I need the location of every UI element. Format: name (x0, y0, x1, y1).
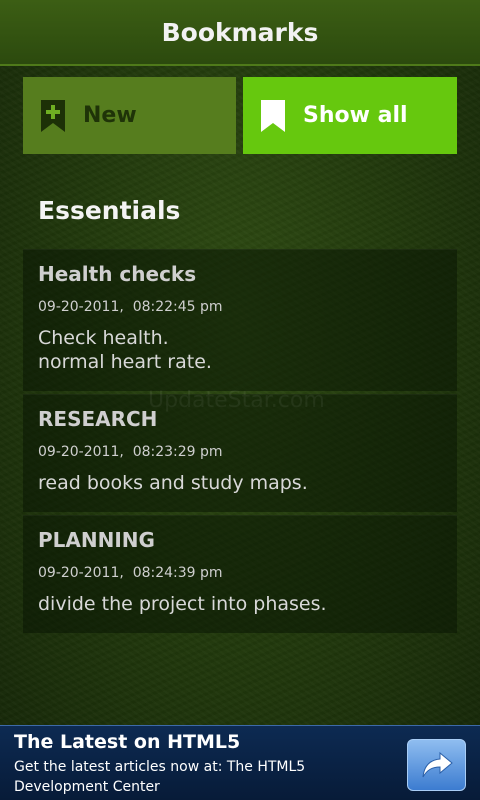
bookmark-date: 09-20-2011, 08:23:29 pm (38, 444, 223, 460)
show-all-button[interactable]: Show all (243, 77, 457, 154)
bookmark-date: 09-20-2011, 08:24:39 pm (38, 565, 223, 581)
ad-title: The Latest on HTML5 (14, 731, 241, 753)
share-arrow-icon (422, 751, 453, 778)
bookmark-date: 09-20-2011, 08:22:45 pm (38, 299, 223, 315)
page-title: Bookmarks (161, 17, 319, 47)
ad-action-button[interactable] (407, 739, 466, 791)
ad-body: Get the latest articles now at: The HTML… (14, 759, 306, 795)
bookmark-item[interactable]: PLANNING 09-20-2011, 08:24:39 pm divide … (23, 515, 457, 633)
new-bookmark-button[interactable]: New (23, 77, 236, 154)
bookmark-body: divide the project into phases. (38, 593, 327, 615)
bookmark-plus-icon (41, 99, 65, 132)
ad-banner[interactable]: The Latest on HTML5 Get the latest artic… (0, 725, 480, 800)
bookmark-body: read books and study maps. (38, 472, 308, 494)
bookmark-icon (261, 99, 285, 132)
bookmark-title: PLANNING (38, 528, 155, 552)
new-button-label: New (83, 103, 137, 128)
bookmark-item[interactable]: Health checks 09-20-2011, 08:22:45 pm Ch… (23, 249, 457, 391)
show-all-button-label: Show all (303, 103, 408, 128)
section-heading: Essentials (38, 196, 181, 225)
bookmark-item[interactable]: RESEARCH 09-20-2011, 08:23:29 pm read bo… (23, 394, 457, 512)
bookmark-body: Check health. normal heart rate. (38, 327, 212, 373)
bookmark-title: Health checks (38, 262, 197, 286)
title-bar: Bookmarks (0, 0, 480, 66)
bookmark-title: RESEARCH (38, 407, 158, 431)
